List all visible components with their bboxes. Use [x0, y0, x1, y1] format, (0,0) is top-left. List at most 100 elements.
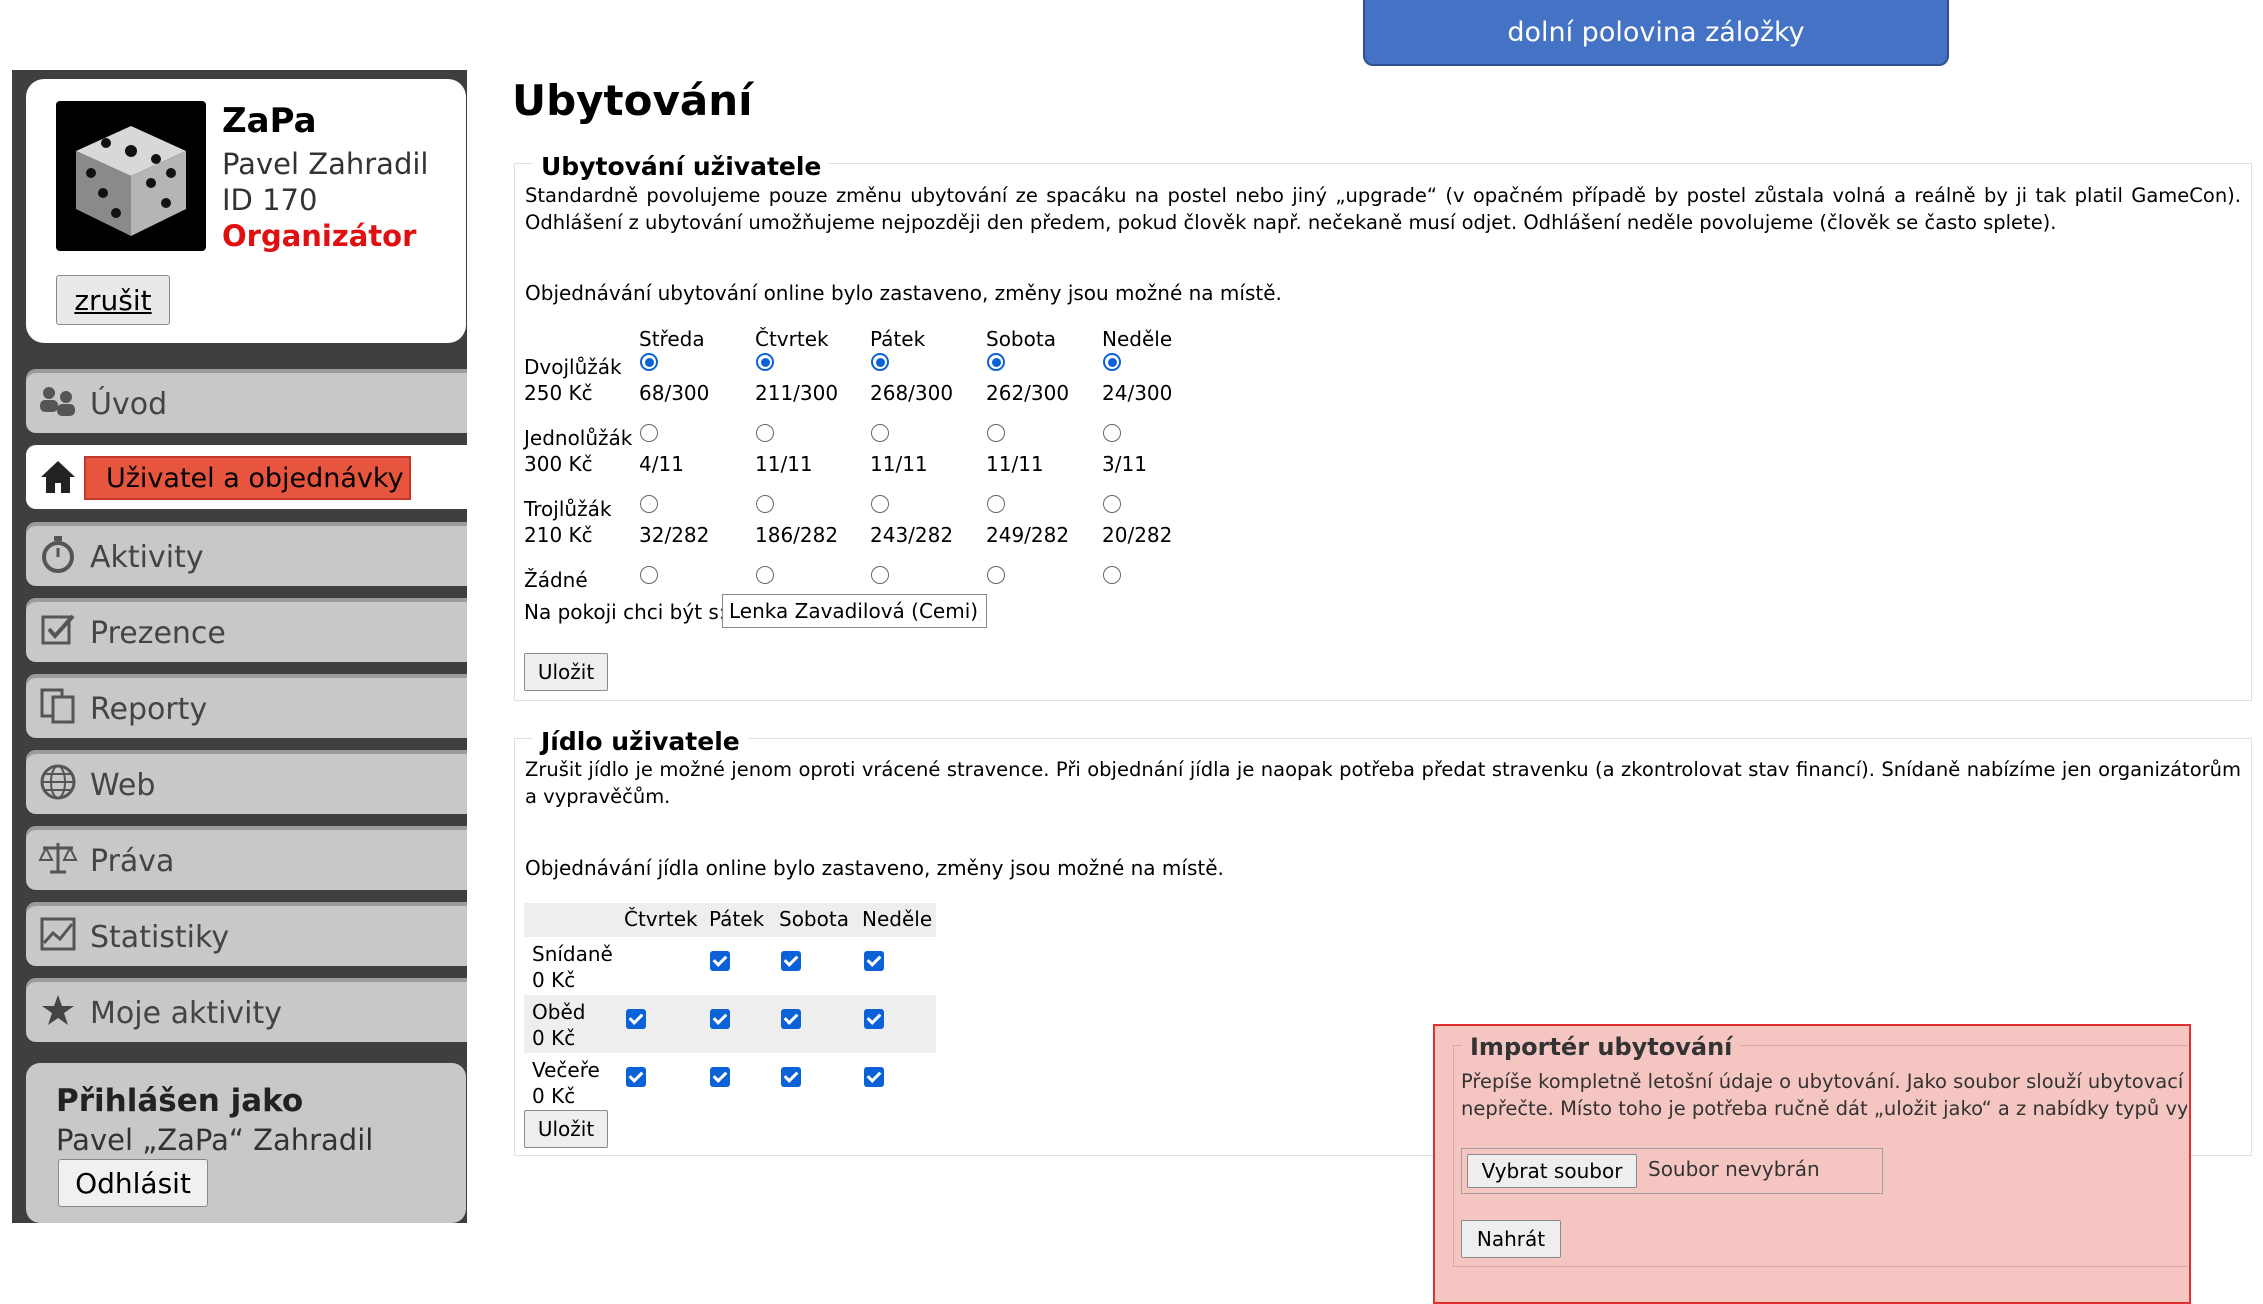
sidebar-item-moje-aktivity[interactable]: Moje aktivity: [26, 978, 467, 1042]
save-food-button[interactable]: Uložit: [524, 1110, 608, 1148]
room-radio[interactable]: [987, 353, 1005, 371]
meal-name: Večeře: [532, 1058, 600, 1082]
meal-checkbox[interactable]: [781, 951, 801, 971]
room-capacity: 262/300: [986, 381, 1070, 405]
meal-checkbox[interactable]: [864, 1067, 884, 1087]
copy-icon: [38, 686, 78, 726]
user-nick: ZaPa: [222, 101, 317, 141]
cancel-user-button[interactable]: zrušit: [56, 275, 170, 325]
room-radio[interactable]: [871, 495, 889, 513]
sidebar-item-label: Prezence: [90, 615, 226, 651]
meal-checkbox[interactable]: [864, 951, 884, 971]
day-header: Středa: [639, 327, 705, 351]
sidebar-item-reporty[interactable]: Reporty: [26, 674, 467, 738]
room-type-name: Trojlůžák: [524, 497, 612, 521]
users-icon: [38, 381, 78, 421]
meal-price: 0 Kč: [532, 1084, 576, 1108]
food-notice: Objednávání jídla online bylo zastaveno,…: [525, 856, 1224, 880]
chart-icon: [38, 914, 78, 954]
meal-checkbox[interactable]: [710, 1067, 730, 1087]
room-radio[interactable]: [756, 353, 774, 371]
tab-half-banner: dolní polovina záložky: [1363, 0, 1949, 66]
importer-legend: Importér ubytování: [1462, 1033, 1741, 1061]
room-radio[interactable]: [987, 566, 1005, 584]
roommate-label: Na pokoji chci být s:: [524, 600, 726, 624]
room-type-name: Dvojlůžák: [524, 355, 622, 379]
room-capacity: 68/300: [639, 381, 710, 405]
room-radio[interactable]: [1103, 353, 1121, 371]
sidebar-item-label: Úvod: [90, 386, 168, 422]
food-day-header: Neděle: [862, 907, 933, 931]
user-full-name: Pavel Zahradil: [222, 147, 429, 181]
file-input[interactable]: Vybrat soubor Soubor nevybrán: [1461, 1148, 1883, 1194]
meal-checkbox[interactable]: [626, 1067, 646, 1087]
meal-checkbox[interactable]: [781, 1067, 801, 1087]
room-type-price: 300 Kč: [524, 452, 593, 476]
room-radio[interactable]: [987, 424, 1005, 442]
importer-text-line: Přepíše kompletně letošní údaje o ubytov…: [1461, 1070, 2184, 1093]
meal-checkbox[interactable]: [710, 1009, 730, 1029]
sidebar-item-web[interactable]: Web: [26, 750, 467, 814]
sidebar-item-uvod[interactable]: Úvod: [26, 369, 467, 433]
room-radio[interactable]: [1103, 424, 1121, 442]
choose-file-button[interactable]: Vybrat soubor: [1467, 1154, 1637, 1188]
room-radio[interactable]: [640, 566, 658, 584]
room-radio[interactable]: [640, 353, 658, 371]
room-radio[interactable]: [987, 495, 1005, 513]
room-radio[interactable]: [1103, 566, 1121, 584]
sidebar-item-label: Web: [90, 767, 156, 803]
meal-price: 0 Kč: [532, 1026, 576, 1050]
meal-checkbox[interactable]: [781, 1009, 801, 1029]
room-capacity: 4/11: [639, 452, 684, 476]
login-title: Přihlášen jako: [56, 1083, 304, 1119]
meal-checkbox[interactable]: [864, 1009, 884, 1029]
accommodation-description: Standardně povolujeme pouze změnu ubytov…: [525, 184, 2241, 234]
logout-button[interactable]: Odhlásit: [58, 1159, 208, 1207]
sidebar-item-statistiky[interactable]: Statistiky: [26, 902, 467, 966]
dice-icon: [56, 101, 206, 251]
sidebar-item-aktivity[interactable]: Aktivity: [26, 522, 467, 586]
room-capacity: 11/11: [755, 452, 813, 476]
save-accommodation-button[interactable]: Uložit: [524, 653, 608, 691]
day-header: Pátek: [870, 327, 926, 351]
sidebar-item-label: Uživatel a objednávky: [84, 456, 411, 500]
logged-user-name: Pavel „ZaPa“ Zahradil: [56, 1123, 374, 1157]
sidebar-item-label: Moje aktivity: [90, 995, 283, 1031]
room-capacity: 243/282: [870, 523, 954, 547]
room-type-price: 210 Kč: [524, 523, 593, 547]
room-radio[interactable]: [756, 566, 774, 584]
upload-button[interactable]: Nahrát: [1461, 1220, 1561, 1258]
login-card: Přihlášen jako Pavel „ZaPa“ Zahradil Odh…: [26, 1063, 466, 1223]
sidebar: ZaPa Pavel Zahradil ID 170 Organizátor z…: [12, 70, 467, 1223]
day-header: Čtvrtek: [755, 327, 829, 351]
sidebar-item-label: Reporty: [90, 691, 208, 727]
room-radio[interactable]: [756, 424, 774, 442]
meal-checkbox[interactable]: [710, 951, 730, 971]
stopwatch-icon: [38, 534, 78, 574]
room-radio[interactable]: [871, 353, 889, 371]
user-id: ID 170: [222, 183, 318, 217]
checkbox-icon: [38, 610, 78, 650]
sidebar-item-prava[interactable]: Práva: [26, 826, 467, 890]
food-day-header: Sobota: [779, 907, 849, 931]
room-radio[interactable]: [871, 424, 889, 442]
meal-name: Oběd: [532, 1000, 586, 1024]
day-header: Sobota: [986, 327, 1056, 351]
roommate-input[interactable]: [722, 594, 987, 628]
meal-price: 0 Kč: [532, 968, 576, 992]
food-legend: Jídlo uživatele: [533, 727, 748, 756]
room-radio[interactable]: [756, 495, 774, 513]
sidebar-item-prezence[interactable]: Prezence: [26, 598, 467, 662]
home-icon: [38, 457, 78, 497]
room-radio[interactable]: [640, 424, 658, 442]
room-radio[interactable]: [871, 566, 889, 584]
room-radio[interactable]: [1103, 495, 1121, 513]
meal-checkbox[interactable]: [626, 1009, 646, 1029]
room-capacity: 186/282: [755, 523, 839, 547]
file-status: Soubor nevybrán: [1648, 1157, 1820, 1181]
room-capacity: 3/11: [1102, 452, 1147, 476]
accommodation-notice: Objednávání ubytování online bylo zastav…: [525, 281, 1282, 305]
room-capacity: 268/300: [870, 381, 954, 405]
user-role: Organizátor: [222, 219, 417, 253]
room-radio[interactable]: [640, 495, 658, 513]
